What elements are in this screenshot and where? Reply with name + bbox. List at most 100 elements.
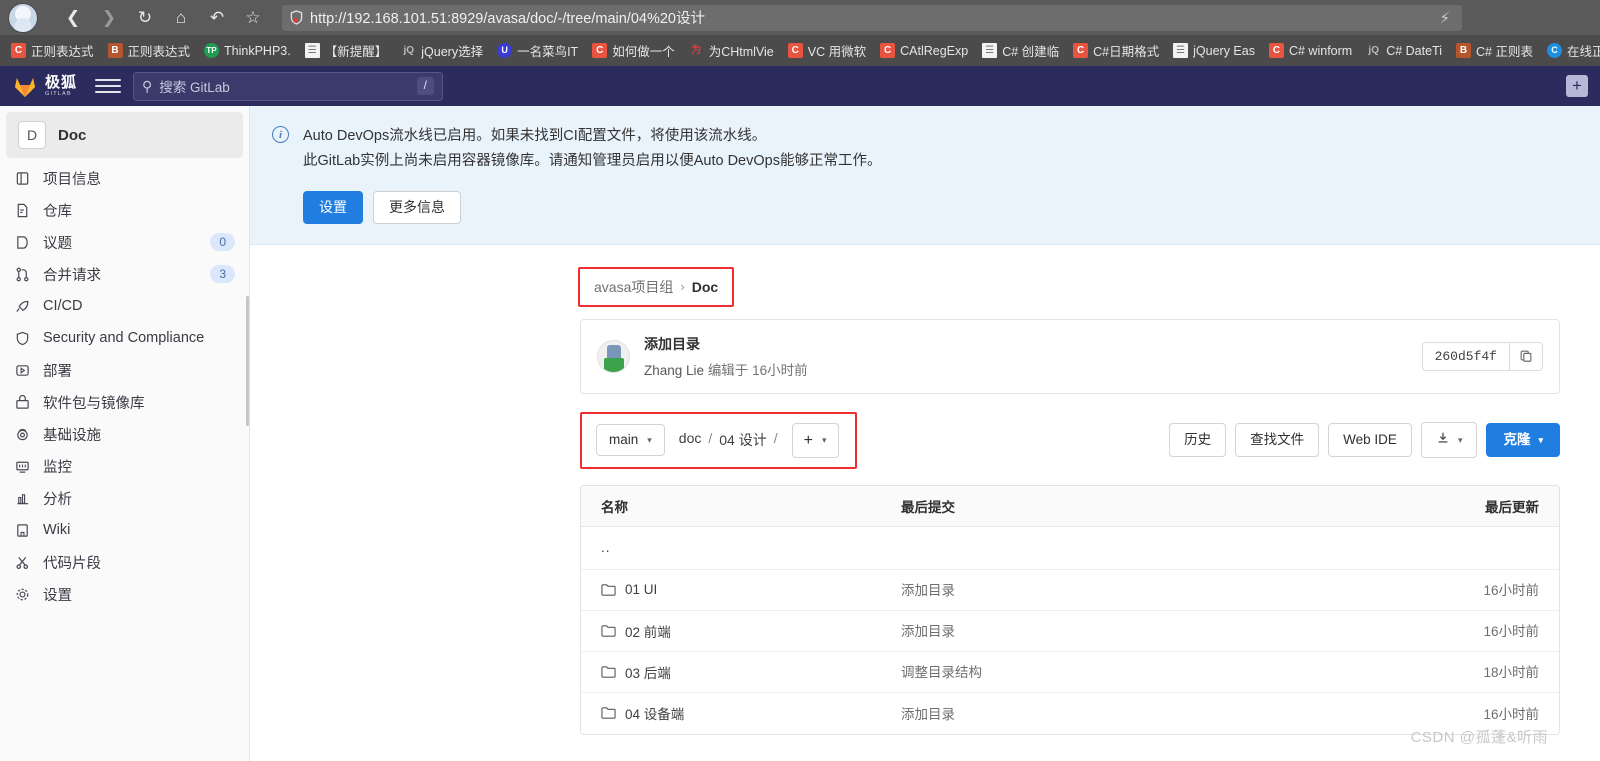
hamburger-menu-icon[interactable] <box>95 73 122 99</box>
bookmark-item[interactable]: ☰ 【新提醒】 <box>298 38 395 63</box>
url-text: http://192.168.101.51:8929/avasa/doc/-/t… <box>310 11 705 27</box>
jquery-icon: jQ <box>1368 44 1379 56</box>
bookmark-item[interactable]: C 如何做一个 <box>585 38 682 63</box>
info-circle-icon: i <box>272 126 289 143</box>
file-commit-message[interactable]: 添加目录 <box>901 707 955 722</box>
sidebar-item-analytics[interactable]: 分析 <box>0 482 249 514</box>
plus-icon: + <box>803 431 813 449</box>
branch-selector[interactable]: main ▾ <box>596 424 665 457</box>
bookmark-item[interactable]: jQ C# DateTi <box>1359 38 1449 63</box>
undo-history-icon[interactable]: ↶ <box>200 3 234 33</box>
bookmark-item[interactable]: U 一名菜鸟IT <box>490 38 585 63</box>
breadcrumb-current[interactable]: Doc <box>692 279 718 295</box>
repository-actions: 历史 查找文件 Web IDE ▾ 克隆 ▾ <box>1169 422 1560 459</box>
file-commit-message[interactable]: 调整目录结构 <box>901 665 982 680</box>
commit-author[interactable]: Zhang Lie <box>644 363 704 378</box>
breadcrumb-group-link[interactable]: avasa项目组 <box>594 277 673 297</box>
chevron-down-icon: ▾ <box>1457 434 1463 445</box>
sidebar-scrollbar[interactable] <box>246 296 249 426</box>
bookmark-item[interactable]: C VC 用微软 <box>781 38 873 63</box>
bookmark-item[interactable]: C CAtlRegExp <box>873 38 975 63</box>
sidebar-item-label: Security and Compliance <box>43 330 205 346</box>
sidebar-item-wiki[interactable]: Wiki <box>0 514 249 546</box>
table-row[interactable]: 03 后端 调整目录结构 18小时前 <box>581 652 1559 693</box>
parent-directory-label[interactable]: .. <box>601 540 611 555</box>
sidebar-item-issues[interactable]: 议题 0 <box>0 226 249 258</box>
sidebar-item-monitor[interactable]: 监控 <box>0 450 249 482</box>
analytics-icon <box>14 490 31 507</box>
alert-settings-button[interactable]: 设置 <box>303 190 363 224</box>
folder-icon <box>601 583 616 597</box>
commit-message[interactable]: 添加目录 <box>644 334 808 354</box>
star-icon[interactable]: ☆ <box>236 3 270 33</box>
breadcrumb: avasa项目组 › Doc <box>578 266 735 307</box>
bookmark-item[interactable]: B C# 正则表 <box>1449 38 1540 63</box>
sidebar-item-label: 议题 <box>43 235 72 252</box>
forward-arrow-icon[interactable]: ❯ <box>92 3 126 33</box>
bookmark-item[interactable]: TP ThinkPHP3. <box>197 38 298 63</box>
table-row[interactable]: 02 前端 添加目录 16小时前 <box>581 611 1559 652</box>
clone-button[interactable]: 克隆 ▾ <box>1486 423 1560 458</box>
gitlab-logo[interactable]: 极狐 GITLAB <box>12 74 77 98</box>
shield-blocked-icon <box>290 10 303 25</box>
home-icon[interactable]: ⌂ <box>164 3 198 33</box>
bookmark-item[interactable]: ☰ C# 创建临 <box>975 38 1066 63</box>
bookmark-label: C# 创建临 <box>1002 45 1060 59</box>
add-to-tree-button[interactable]: + ▾ <box>791 422 839 458</box>
bookmark-item[interactable]: C 正则表达式 <box>4 38 101 63</box>
sidebar-item-deploy[interactable]: 部署 <box>0 354 249 386</box>
file-name[interactable]: 01 UI <box>625 582 657 597</box>
sidebar-project-header[interactable]: D Doc <box>6 112 243 158</box>
lightning-icon[interactable]: ⚡ <box>1439 9 1454 27</box>
bookmark-item[interactable]: C C# winform <box>1262 38 1359 63</box>
history-button[interactable]: 历史 <box>1169 423 1227 458</box>
bookmark-item[interactable]: ☰ jQuery Eas <box>1166 38 1262 63</box>
file-name[interactable]: 02 前端 <box>625 621 671 641</box>
sidebar-item-label: 监控 <box>43 459 72 476</box>
reload-icon[interactable]: ↻ <box>128 3 162 33</box>
sidebar-item-cicd[interactable]: CI/CD <box>0 290 249 322</box>
file-updated-time: 18小时前 <box>1483 665 1539 681</box>
file-commit-message[interactable]: 添加目录 <box>901 583 955 598</box>
file-name[interactable]: 03 后端 <box>625 662 671 682</box>
sidebar-item-label: 代码片段 <box>43 555 101 572</box>
alert-line-2: 此GitLab实例上尚未启用容器镜像库。请通知管理员启用以便Auto DevOp… <box>303 153 882 170</box>
download-button[interactable]: ▾ <box>1420 422 1478 459</box>
commit-meta: Zhang Lie 编辑于 16小时前 <box>644 359 808 379</box>
path-crumb-root[interactable]: doc <box>679 430 702 450</box>
bookmark-item[interactable]: B 正则表达式 <box>101 38 198 63</box>
deploy-icon <box>14 362 31 379</box>
bookmark-item[interactable]: 为 为CHtmlVie <box>682 38 781 63</box>
sidebar-item-repository[interactable]: 仓库 <box>0 194 249 226</box>
address-bar[interactable]: http://192.168.101.51:8929/avasa/doc/-/t… <box>282 4 1462 31</box>
sidebar-item-security[interactable]: Security and Compliance <box>0 322 249 354</box>
search-input[interactable]: ⚲ 搜索 GitLab / <box>133 71 444 101</box>
sidebar-item-snippets[interactable]: 代码片段 <box>0 546 249 578</box>
alert-more-info-button[interactable]: 更多信息 <box>373 190 461 224</box>
sidebar-item-label: 部署 <box>43 363 72 380</box>
path-crumb-current[interactable]: 04 设计 <box>719 430 766 450</box>
alert-line-1: Auto DevOps流水线已启用。如果未找到CI配置文件，将使用该流水线。 <box>303 128 767 144</box>
plus-icon[interactable]: + <box>1566 75 1588 97</box>
bookmark-item[interactable]: jQ jQuery选择 <box>394 38 490 63</box>
file-commit-message[interactable]: 添加目录 <box>901 624 955 639</box>
bookmark-item[interactable]: C 在线正则表 <box>1540 38 1600 63</box>
folder-icon <box>601 665 616 679</box>
parent-directory-row[interactable]: .. <box>581 527 1559 570</box>
bookmark-label: C# 正则表 <box>1476 45 1533 59</box>
sidebar-item-packages[interactable]: 软件包与镜像库 <box>0 386 249 418</box>
sidebar-item-infrastructure[interactable]: 基础设施 <box>0 418 249 450</box>
chevron-down-icon: ▾ <box>821 434 827 445</box>
browser-profile-avatar[interactable] <box>8 2 38 33</box>
sidebar-item-project-info[interactable]: 项目信息 <box>0 162 249 194</box>
copy-clipboard-icon[interactable] <box>1509 341 1543 371</box>
sidebar-item-settings[interactable]: 设置 <box>0 578 249 610</box>
file-name[interactable]: 04 设备端 <box>625 703 684 723</box>
find-file-button[interactable]: 查找文件 <box>1235 423 1320 458</box>
web-ide-button[interactable]: Web IDE <box>1328 423 1412 458</box>
sidebar-item-label: CI/CD <box>43 298 83 314</box>
table-row[interactable]: 01 UI 添加目录 16小时前 <box>581 570 1559 611</box>
bookmark-item[interactable]: C C#日期格式 <box>1066 38 1166 63</box>
sidebar-item-merge-requests[interactable]: 合并请求 3 <box>0 258 249 290</box>
back-arrow-icon[interactable]: ❮ <box>56 3 90 33</box>
